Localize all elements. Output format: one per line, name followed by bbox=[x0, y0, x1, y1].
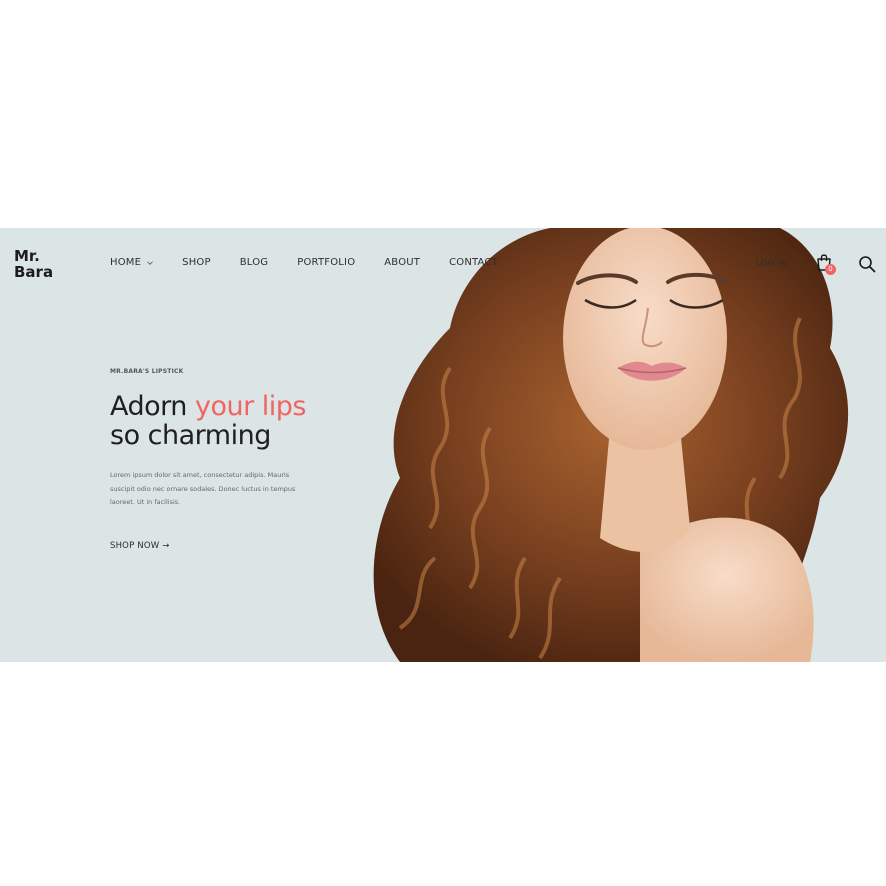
nav-item-portfolio[interactable]: PORTFOLIO bbox=[297, 257, 355, 268]
nav-item-home-label: HOME bbox=[110, 257, 142, 268]
nav-item-contact-label: CONTACT bbox=[449, 257, 498, 268]
nav-item-blog-label: BLOG bbox=[239, 257, 269, 268]
nav-item-portfolio-label: PORTFOLIO bbox=[297, 257, 356, 268]
hero-headline: Adorn your lips so charming bbox=[110, 392, 370, 450]
headline-accent: your lips bbox=[194, 391, 307, 422]
hero-description: Lorem ipsum dolor sit amet, consectetur … bbox=[110, 471, 296, 506]
nav-item-shop[interactable]: SHOP bbox=[182, 257, 211, 268]
main-nav: HOME SHOP BLOG PORTFOLIO ABOUT CONTACT bbox=[110, 257, 527, 268]
nav-item-home[interactable]: HOME bbox=[110, 257, 153, 268]
brand-logo[interactable]: Mr. Bara bbox=[14, 248, 74, 280]
nav-item-about-label: ABOUT bbox=[384, 257, 421, 268]
logo-line-1: Mr. bbox=[14, 247, 40, 265]
shop-now-link[interactable]: SHOP NOW → bbox=[110, 541, 170, 551]
hero-portrait-image bbox=[340, 228, 886, 662]
nav-item-blog[interactable]: BLOG bbox=[240, 257, 269, 268]
cart-count-badge: 0 bbox=[825, 264, 836, 275]
nav-item-about[interactable]: ABOUT bbox=[384, 257, 420, 268]
headline-line-2: so charming bbox=[110, 420, 271, 451]
nav-item-shop-label: SHOP bbox=[182, 257, 211, 268]
login-link[interactable]: LOG IN bbox=[756, 259, 787, 269]
hero-eyebrow: MR.BARA'S LIPSTICK bbox=[110, 368, 184, 375]
hero-banner: Mr. Bara HOME SHOP BLOG PORTFOLIO ABOUT … bbox=[0, 228, 886, 662]
headline-part-1: Adorn bbox=[110, 391, 195, 422]
search-button[interactable] bbox=[858, 255, 876, 273]
cart-button[interactable]: 0 bbox=[815, 253, 837, 275]
nav-item-contact[interactable]: CONTACT bbox=[449, 257, 498, 268]
search-icon bbox=[859, 256, 876, 273]
logo-line-2: Bara bbox=[14, 263, 54, 281]
chevron-down-icon bbox=[147, 261, 153, 265]
